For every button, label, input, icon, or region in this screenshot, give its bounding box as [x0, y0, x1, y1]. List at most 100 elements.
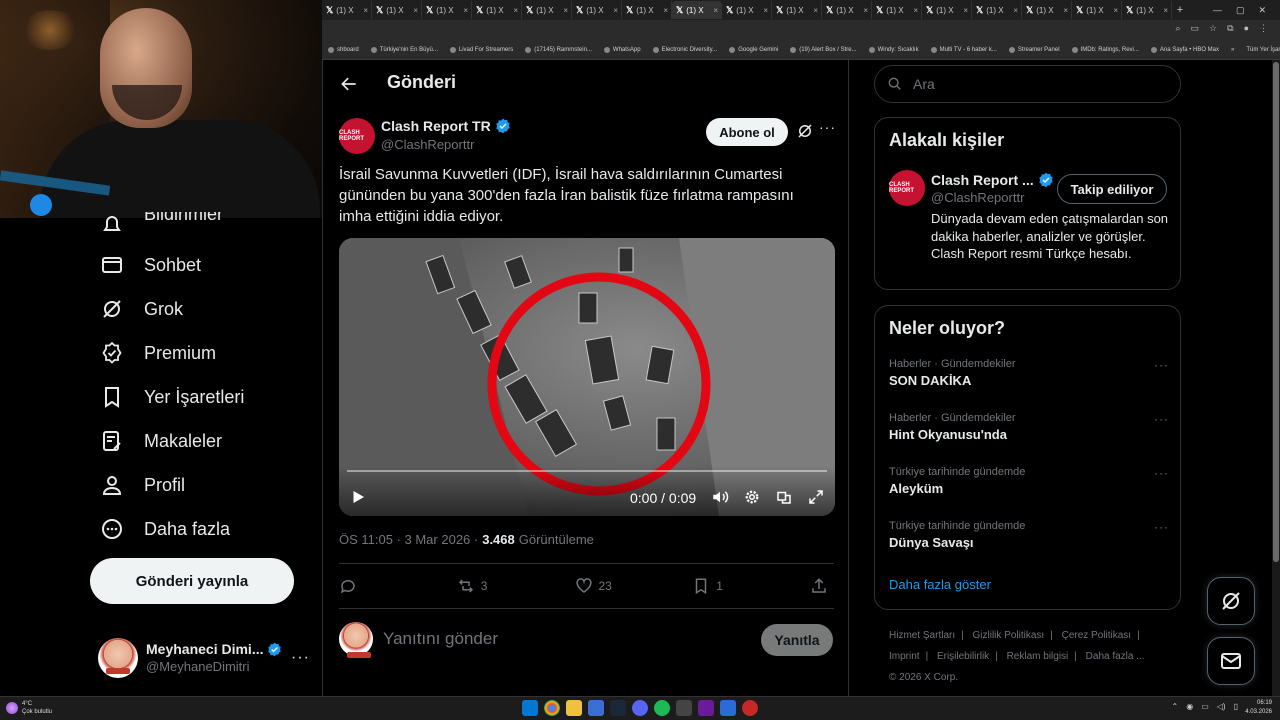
browser-tab[interactable]: 𝕏 (1) X ×: [972, 1, 1022, 19]
browser-tab[interactable]: 𝕏 (1) X ×: [472, 1, 522, 19]
more-icon[interactable]: ···: [819, 119, 836, 135]
author-avatar[interactable]: CLASH REPORT: [339, 118, 375, 154]
nav-item-chat[interactable]: Sohbet: [100, 250, 201, 280]
back-arrow-icon[interactable]: [339, 74, 359, 94]
more-icon[interactable]: ···: [1154, 358, 1169, 372]
nav-item-more[interactable]: Daha fazla: [100, 514, 230, 544]
all-bookmarks[interactable]: Tüm Yer İşaretleri: [1240, 47, 1280, 53]
bookmark-item[interactable]: (19) Alert Box / Stre...: [784, 46, 862, 53]
close-tab-icon[interactable]: ×: [813, 6, 818, 15]
more-icon[interactable]: ···: [1154, 520, 1169, 534]
profile-icon[interactable]: ●: [1244, 23, 1249, 34]
close-tab-icon[interactable]: ×: [1163, 6, 1168, 15]
battery-icon[interactable]: ▯: [1234, 702, 1238, 711]
close-tab-icon[interactable]: ×: [913, 6, 918, 15]
app-icon[interactable]: [698, 700, 714, 716]
bookmark-action[interactable]: 1: [692, 572, 762, 600]
browser-tab[interactable]: 𝕏 (1) X ×: [922, 1, 972, 19]
picture-in-picture-icon[interactable]: [775, 488, 793, 506]
bookmark-item[interactable]: Multi TV - 6 haber k...: [925, 46, 1003, 53]
trend-item[interactable]: Haberler · Gündemdekiler SON DAKİKA ···: [889, 358, 1169, 398]
bookmark-item[interactable]: shboard: [322, 46, 365, 53]
file-explorer-icon[interactable]: [566, 700, 582, 716]
browser-tab[interactable]: 𝕏 (1) X ×: [822, 1, 872, 19]
close-tab-icon[interactable]: ×: [413, 6, 418, 15]
footer-link[interactable]: Imprint: [889, 651, 920, 662]
close-tab-icon[interactable]: ×: [963, 6, 968, 15]
zoom-icon[interactable]: ⌕: [1175, 23, 1180, 34]
bookmark-item[interactable]: Ana Sayfa • HBO Max: [1145, 46, 1225, 53]
bookmark-item[interactable]: WhatsApp: [598, 46, 647, 53]
app-icon[interactable]: [588, 700, 604, 716]
reply-button[interactable]: Yanıtla: [761, 624, 833, 656]
fullscreen-icon[interactable]: [807, 488, 825, 506]
subscribe-button[interactable]: Abone ol: [706, 118, 788, 146]
video-progress-bar[interactable]: [347, 470, 827, 472]
chevron-up-icon[interactable]: ⌃: [1172, 702, 1179, 711]
footer-link[interactable]: Gizlilik Politikası: [973, 630, 1045, 641]
bookmarks-overflow[interactable]: »: [1225, 47, 1240, 53]
browser-tab[interactable]: 𝕏 (1) X ×: [522, 1, 572, 19]
nav-item-grok[interactable]: Grok: [100, 294, 183, 324]
trend-item[interactable]: Türkiye tarihinde gündemde Aleyküm ···: [889, 466, 1169, 506]
browser-tab[interactable]: 𝕏 (1) X ×: [372, 1, 422, 19]
browser-tab[interactable]: 𝕏 (1) X ×: [622, 1, 672, 19]
post-button[interactable]: Gönderi yayınla: [90, 558, 294, 604]
show-more-link[interactable]: Daha fazla göster: [889, 577, 991, 592]
browser-tab[interactable]: 𝕏 (1) X ×: [322, 1, 372, 19]
bookmark-item[interactable]: Türkiye'nin En Büyü...: [365, 46, 444, 53]
browser-tab[interactable]: 𝕏 (1) X ×: [1122, 1, 1172, 19]
scrollbar-thumb[interactable]: [1273, 62, 1279, 562]
bookmark-item[interactable]: Google Gemini: [723, 46, 784, 53]
minimize-icon[interactable]: —: [1213, 5, 1222, 16]
search-input[interactable]: [913, 76, 1153, 92]
tweet-timestamp[interactable]: ÖS 11:05 · 3 Mar 2026 ·: [339, 532, 478, 547]
grok-floating-button[interactable]: [1207, 577, 1255, 625]
share-action[interactable]: [810, 572, 834, 600]
browser-tab[interactable]: 𝕏 (1) X ×: [872, 1, 922, 19]
windows-start-icon[interactable]: [522, 700, 538, 716]
close-tab-icon[interactable]: ×: [1063, 6, 1068, 15]
browser-tab[interactable]: 𝕏 (1) X ×: [672, 1, 722, 19]
browser-tab[interactable]: 𝕏 (1) X ×: [422, 1, 472, 19]
tweet-video[interactable]: 0:00 / 0:09: [339, 238, 835, 516]
grok-icon[interactable]: [796, 122, 814, 140]
close-tab-icon[interactable]: ×: [463, 6, 468, 15]
cast-icon[interactable]: ▭: [1191, 23, 1200, 34]
app-icon[interactable]: [742, 700, 758, 716]
account-switcher[interactable]: Meyhaneci Dimi... @MeyhaneDimitri ···: [98, 634, 310, 682]
weather-widget[interactable]: 4°C Çok bulutlu: [6, 700, 52, 716]
browser-tab[interactable]: 𝕏 (1) X ×: [722, 1, 772, 19]
more-icon[interactable]: ···: [1154, 412, 1169, 426]
nav-item-premium[interactable]: Premium: [100, 338, 216, 368]
like-action[interactable]: 23: [575, 572, 645, 600]
taskbar-clock[interactable]: 06:19 4.03.2026: [1245, 699, 1272, 717]
footer-link[interactable]: Hizmet Şartları: [889, 630, 955, 641]
footer-link[interactable]: Erişilebilirlik: [937, 651, 989, 662]
play-icon[interactable]: [349, 488, 367, 506]
mic-icon[interactable]: ◉: [1186, 702, 1193, 711]
more-icon[interactable]: ···: [1154, 466, 1169, 480]
volume-icon[interactable]: [711, 488, 729, 506]
trend-item[interactable]: Türkiye tarihinde gündemde Dünya Savaşı …: [889, 520, 1169, 560]
nav-item-articles[interactable]: Makaleler: [100, 426, 222, 456]
bookmark-item[interactable]: IMDb: Ratings, Revi...: [1066, 46, 1145, 53]
search-box[interactable]: [874, 65, 1181, 103]
footer-link[interactable]: Çerez Politikası: [1062, 630, 1131, 641]
repost-action[interactable]: 3: [457, 572, 527, 600]
spotify-icon[interactable]: [654, 700, 670, 716]
app-icon[interactable]: [720, 700, 736, 716]
discord-icon[interactable]: [632, 700, 648, 716]
reply-action[interactable]: [339, 572, 409, 600]
related-handle[interactable]: @ClashReporttr: [931, 190, 1024, 205]
nav-item-profile[interactable]: Profil: [100, 470, 185, 500]
menu-icon[interactable]: ⋮: [1259, 23, 1268, 34]
bookmark-item[interactable]: Windy: Sıcaklık: [863, 46, 925, 53]
author-handle[interactable]: @ClashReporttr: [381, 137, 474, 152]
related-avatar[interactable]: CLASH REPORT: [889, 170, 925, 206]
steam-icon[interactable]: [610, 700, 626, 716]
close-tab-icon[interactable]: ×: [563, 6, 568, 15]
more-icon[interactable]: ···: [291, 649, 310, 667]
close-icon[interactable]: ✕: [1258, 5, 1266, 16]
close-tab-icon[interactable]: ×: [363, 6, 368, 15]
